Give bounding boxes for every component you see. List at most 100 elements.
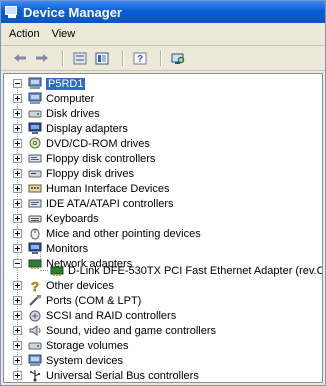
keyboard-icon — [28, 212, 42, 225]
mouse-icon — [28, 227, 42, 240]
expand-toggle[interactable] — [13, 356, 22, 365]
expand-toggle[interactable] — [13, 214, 22, 223]
tree-item-label: Monitors — [46, 242, 89, 255]
tree-item-label: IDE ATA/ATAPI controllers — [46, 197, 174, 210]
question-mark-icon: ? — [28, 279, 42, 295]
expand-toggle[interactable] — [13, 199, 22, 208]
window-title: Device Manager — [23, 4, 122, 20]
tree-item-human-interface-devices[interactable]: Human Interface Devices — [13, 181, 170, 196]
tree-item-ide-controllers[interactable]: IDE ATA/ATAPI controllers — [13, 196, 174, 211]
back-arrow-icon[interactable] — [11, 50, 29, 66]
toolbar: ? — [1, 46, 325, 71]
toolbar-separator — [122, 50, 124, 66]
disk-drive-icon — [28, 107, 42, 120]
tree-item-scsi-raid[interactable]: SCSI and RAID controllers — [13, 308, 176, 323]
menu-bar: Action View — [1, 23, 325, 46]
title-bar: Device Manager — [1, 1, 325, 23]
monitor-icon — [28, 242, 42, 255]
collapse-toggle[interactable] — [13, 259, 22, 268]
tree-item-label: Floppy disk controllers — [46, 152, 156, 165]
tree-item-dvd-drives[interactable]: DVD/CD-ROM drives — [13, 136, 150, 151]
tree-item-display-adapters[interactable]: Display adapters — [13, 121, 128, 136]
computer-icon — [28, 92, 42, 105]
expand-toggle[interactable] — [13, 326, 22, 335]
tree-item-label: Disk drives — [46, 107, 100, 120]
tree-item-label: Mice and other pointing devices — [46, 227, 201, 240]
floppy-controller-icon — [28, 152, 42, 165]
tree-item-dlink-adapter[interactable]: D-Link DFE-530TX PCI Fast Ethernet Adapt… — [50, 263, 323, 278]
tree-item-sound-video-game[interactable]: Sound, video and game controllers — [13, 323, 216, 338]
tree-item-keyboards[interactable]: Keyboards — [13, 211, 99, 226]
tree-item-label: Computer — [46, 92, 95, 105]
expand-toggle[interactable] — [13, 109, 22, 118]
tree-item-ports[interactable]: Ports (COM & LPT) — [13, 293, 141, 308]
scan-hardware-icon[interactable] — [169, 50, 187, 66]
system-devices-icon — [28, 354, 42, 367]
forward-arrow-icon[interactable] — [33, 50, 51, 66]
network-adapter-icon — [28, 257, 42, 270]
floppy-drive-icon — [28, 167, 42, 180]
menu-action[interactable]: Action — [9, 28, 40, 40]
tree-item-label: Storage volumes — [46, 339, 129, 352]
tree-root-row[interactable]: P5RD1 — [13, 76, 86, 91]
collapse-toggle[interactable] — [13, 79, 22, 88]
tree-item-mice[interactable]: Mice and other pointing devices — [13, 226, 201, 241]
tree-item-label: Human Interface Devices — [46, 182, 170, 195]
display-adapter-icon — [28, 122, 42, 135]
tree-item-label: Keyboards — [46, 212, 99, 225]
expand-toggle[interactable] — [13, 154, 22, 163]
dvd-drive-icon — [28, 137, 42, 150]
storage-volume-icon — [28, 339, 42, 352]
expand-toggle[interactable] — [13, 311, 22, 320]
expand-toggle[interactable] — [13, 94, 22, 103]
tree-item-disk-drives[interactable]: Disk drives — [13, 106, 100, 121]
svg-text:?: ? — [31, 279, 39, 292]
hid-icon — [28, 182, 42, 195]
tree-item-label: System devices — [46, 354, 124, 367]
tree-item-label: SCSI and RAID controllers — [46, 309, 177, 322]
tree-connector — [40, 270, 48, 271]
expand-toggle[interactable] — [13, 371, 22, 380]
expand-toggle[interactable] — [13, 296, 22, 305]
tree-item-label: D-Link DFE-530TX PCI Fast Ethernet Adapt… — [68, 264, 323, 277]
tree-item-usb-controllers[interactable]: Universal Serial Bus controllers — [13, 368, 199, 382]
tree-root-label[interactable]: P5RD1 — [46, 77, 86, 90]
expand-toggle[interactable] — [13, 169, 22, 178]
tree-item-label: Other devices — [46, 279, 114, 292]
view-icon[interactable] — [93, 50, 111, 66]
expand-toggle[interactable] — [13, 341, 22, 350]
device-manager-icon — [5, 5, 19, 19]
tree-item-label: Sound, video and game controllers — [46, 324, 216, 337]
tree-item-monitors[interactable]: Monitors — [13, 241, 88, 256]
toolbar-separator — [62, 50, 64, 66]
tree-item-label: Display adapters — [46, 122, 128, 135]
expand-toggle[interactable] — [13, 184, 22, 193]
device-manager-window: Device Manager Action View ? P5RD1 Compu… — [0, 0, 326, 386]
tree-item-storage-volumes[interactable]: Storage volumes — [13, 338, 129, 353]
tree-item-computer[interactable]: Computer — [13, 91, 94, 106]
tree-item-other-devices[interactable]: ? Other devices — [13, 278, 114, 295]
computer-icon — [28, 77, 42, 90]
expand-toggle[interactable] — [13, 244, 22, 253]
tree-item-label: DVD/CD-ROM drives — [46, 137, 150, 150]
help-icon[interactable]: ? — [131, 50, 149, 66]
tree-item-floppy-controllers[interactable]: Floppy disk controllers — [13, 151, 155, 166]
network-adapter-icon — [50, 264, 64, 277]
scsi-icon — [28, 309, 42, 322]
tree-item-label: Ports (COM & LPT) — [46, 294, 142, 307]
ide-controller-icon — [28, 197, 42, 210]
expand-toggle[interactable] — [13, 281, 22, 290]
device-tree[interactable]: P5RD1 Computer Disk drives Display adapt… — [3, 73, 323, 383]
tree-item-system-devices[interactable]: System devices — [13, 353, 123, 368]
port-icon — [28, 294, 42, 307]
tree-item-label: Universal Serial Bus controllers — [46, 369, 199, 382]
menu-view[interactable]: View — [52, 28, 76, 40]
expand-toggle[interactable] — [13, 124, 22, 133]
svg-text:?: ? — [137, 54, 143, 65]
properties-icon[interactable] — [71, 50, 89, 66]
expand-toggle[interactable] — [13, 229, 22, 238]
tree-item-floppy-drives[interactable]: Floppy disk drives — [13, 166, 134, 181]
expand-toggle[interactable] — [13, 139, 22, 148]
sound-icon — [28, 324, 42, 337]
usb-icon — [28, 369, 42, 382]
